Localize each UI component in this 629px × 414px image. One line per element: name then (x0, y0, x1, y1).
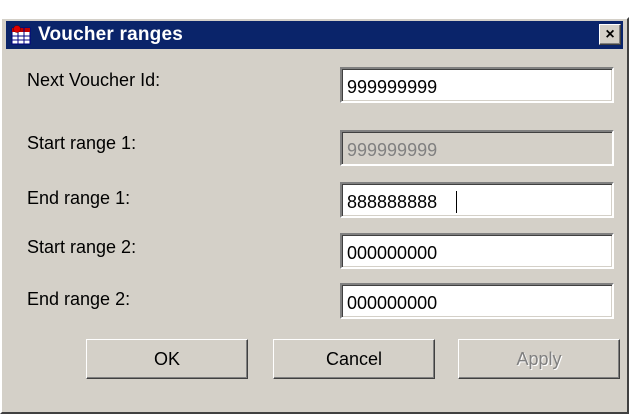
start-range-2-input[interactable] (342, 235, 612, 267)
close-icon: × (605, 25, 615, 43)
end-range-2-label: End range 2: (27, 289, 131, 309)
next-voucher-id-input[interactable] (342, 69, 612, 101)
voucher-ranges-dialog: Voucher ranges × Next Voucher Id: Start … (0, 17, 629, 414)
app-grid-icon (10, 24, 32, 46)
next-voucher-id-label: Next Voucher Id: (27, 70, 161, 90)
close-button[interactable]: × (599, 24, 621, 45)
title-bar[interactable]: Voucher ranges × (6, 21, 623, 49)
window-title: Voucher ranges (38, 24, 183, 45)
ok-button[interactable]: OK (86, 339, 248, 379)
end-range-1-input[interactable] (342, 184, 612, 216)
start-range-1-input (342, 132, 612, 164)
end-range-2-input[interactable] (342, 285, 612, 317)
start-range-2-label: Start range 2: (27, 237, 137, 257)
text-caret (456, 191, 457, 213)
start-range-1-label: Start range 1: (27, 133, 137, 153)
apply-button: Apply (458, 339, 620, 379)
end-range-1-label: End range 1: (27, 188, 131, 208)
next-voucher-id-field[interactable] (340, 67, 614, 103)
end-range-1-field[interactable] (340, 182, 614, 218)
start-range-2-field[interactable] (340, 233, 614, 269)
start-range-1-field (340, 130, 614, 166)
cancel-button[interactable]: Cancel (273, 339, 435, 379)
end-range-2-field[interactable] (340, 283, 614, 319)
